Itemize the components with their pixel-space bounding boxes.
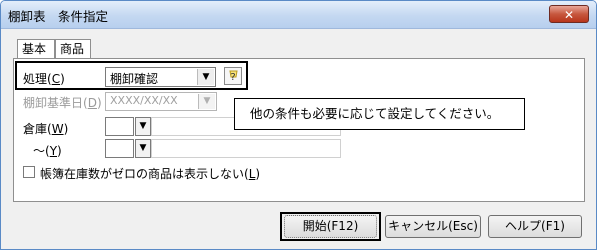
cancel-button-label: キャンセル(Esc) bbox=[388, 219, 478, 233]
tab-basic[interactable]: 基本 bbox=[17, 39, 55, 60]
base-date-field[interactable]: XXXX/XX/XX ▼ bbox=[105, 92, 217, 111]
help-button[interactable]: ヘルプ(F1) bbox=[488, 215, 582, 238]
warehouse-to-input[interactable] bbox=[105, 139, 134, 158]
hide-zero-label[interactable]: 帳簿在庫数がゼロの商品は表示しない(L) bbox=[40, 165, 260, 182]
base-date-label: 棚卸基準日(D) bbox=[23, 96, 102, 110]
warehouse-to-label: ～(Y) bbox=[33, 144, 62, 158]
close-icon: ✕ bbox=[563, 8, 575, 22]
warehouse-from-label: 倉庫(W) bbox=[23, 122, 69, 136]
dialog-window: 棚卸表 条件指定 ✕ 基本 商品 処理(C) 棚卸確認 ▼ ? 棚卸基準日(D)… bbox=[0, 0, 597, 250]
hint-text: 他の条件も必要に応じて設定してください。 bbox=[250, 106, 500, 121]
tab-basic-label: 基本 bbox=[22, 42, 47, 56]
chevron-down-icon: ▼ bbox=[198, 94, 215, 109]
warehouse-to-name bbox=[151, 139, 341, 158]
warehouse-from-picker-button[interactable]: ▼ bbox=[135, 117, 151, 136]
process-row-highlight bbox=[15, 61, 248, 90]
chevron-down-icon: ▼ bbox=[139, 143, 147, 153]
help-button-label: ヘルプ(F1) bbox=[505, 219, 565, 233]
start-button-label: 開始(F12) bbox=[302, 219, 359, 233]
warehouse-to-picker-button[interactable]: ▼ bbox=[135, 139, 151, 158]
start-button[interactable]: 開始(F12) bbox=[284, 215, 377, 238]
hint-callout: 他の条件も必要に応じて設定してください。 bbox=[234, 98, 525, 130]
title-bar: 棚卸表 条件指定 ✕ bbox=[1, 1, 596, 29]
tab-products[interactable]: 商品 bbox=[55, 39, 91, 59]
window-title: 棚卸表 条件指定 bbox=[8, 9, 109, 24]
close-button[interactable]: ✕ bbox=[549, 5, 589, 23]
warehouse-from-input[interactable] bbox=[105, 117, 134, 136]
hide-zero-checkbox[interactable] bbox=[23, 166, 35, 178]
cancel-button[interactable]: キャンセル(Esc) bbox=[385, 215, 481, 238]
chevron-down-icon: ▼ bbox=[139, 121, 147, 131]
base-date-value: XXXX/XX/XX bbox=[110, 94, 178, 107]
tab-products-label: 商品 bbox=[60, 42, 85, 56]
